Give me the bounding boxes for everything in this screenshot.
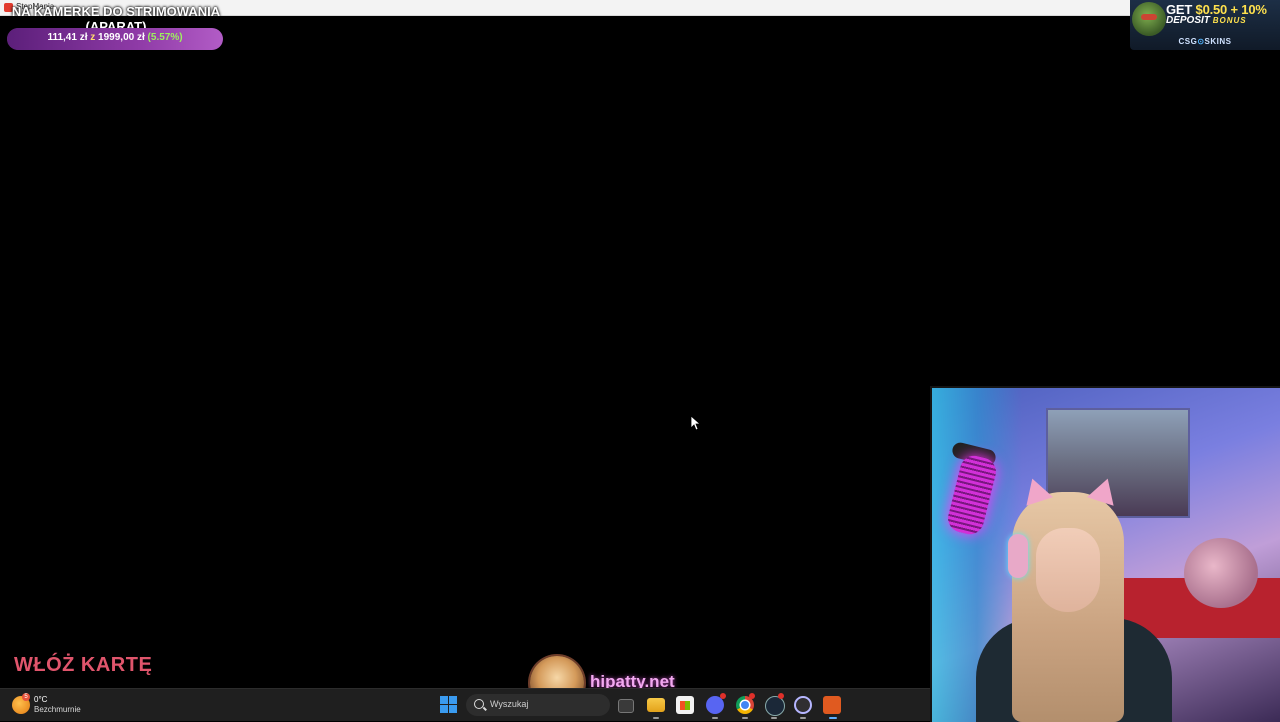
ad-subline-main: DEPOSIT bbox=[1166, 15, 1210, 26]
windows-taskbar: 5 0°C Bezchmurnie Wyszukaj bbox=[0, 688, 930, 721]
donation-goal-current: 111,41 zł bbox=[47, 32, 88, 43]
search-icon bbox=[474, 699, 484, 709]
weather-notification-badge: 5 bbox=[22, 693, 30, 701]
taskbar-search-box[interactable]: Wyszukaj bbox=[466, 694, 610, 716]
stepmania-icon[interactable] bbox=[823, 696, 841, 714]
ad-mascot-image bbox=[1132, 2, 1166, 36]
csgo-skins-ad-banner[interactable]: GET $0.50 + 10% DEPOSIT BONUS CSG⊙SKINS bbox=[1130, 0, 1280, 50]
steam-running-indicator bbox=[771, 717, 777, 719]
obs-running-indicator bbox=[800, 717, 806, 719]
webcam-headset bbox=[1008, 534, 1028, 578]
ad-subline: DEPOSIT BONUS bbox=[1166, 15, 1247, 26]
ad-subline-sub: BONUS bbox=[1212, 16, 1247, 25]
donation-goal-progress-bar: 111,41 zł z 1999,00 zł (5.57%) bbox=[7, 28, 223, 50]
microsoft-store-icon[interactable] bbox=[676, 696, 694, 714]
donation-goal-target: 1999,00 zł bbox=[98, 32, 145, 43]
discord-running-indicator bbox=[712, 717, 718, 719]
ad-brand-logo-icon: ⊙ bbox=[1197, 37, 1205, 46]
file-explorer-icon[interactable] bbox=[647, 698, 665, 712]
windows-start-icon[interactable] bbox=[440, 696, 458, 714]
steam-notification-dot bbox=[778, 693, 784, 699]
chrome-notification-dot bbox=[749, 693, 755, 699]
ad-brand-name: CSG bbox=[1178, 37, 1198, 46]
webcam-feed bbox=[930, 386, 1280, 722]
donation-goal-separator: z bbox=[90, 32, 96, 43]
mouse-cursor-icon bbox=[690, 415, 700, 431]
donation-goal-amounts: 111,41 zł z 1999,00 zł (5.57%) bbox=[7, 32, 223, 43]
donation-goal-title-line1: NA KAMERKE DO STRIMOWANIA bbox=[11, 4, 221, 19]
webcam-streamer-face bbox=[1036, 528, 1100, 612]
donation-goal-percent: (5.57%) bbox=[147, 32, 183, 43]
ad-brand-suffix: SKINS bbox=[1204, 37, 1232, 46]
obs-icon[interactable] bbox=[794, 696, 812, 714]
steam-icon[interactable] bbox=[765, 696, 785, 716]
ad-brand: CSG⊙SKINS bbox=[1130, 37, 1280, 46]
discord-notification-dot bbox=[720, 693, 726, 699]
file-explorer-running-indicator bbox=[653, 717, 659, 719]
webcam-plush-toy bbox=[1184, 538, 1258, 608]
stepmania-active-indicator bbox=[829, 717, 837, 719]
insert-card-prompt: WŁÓŻ KARTĘ bbox=[14, 654, 153, 676]
task-view-icon[interactable] bbox=[618, 699, 634, 713]
chrome-running-indicator bbox=[742, 717, 748, 719]
weather-description[interactable]: Bezchmurnie bbox=[34, 705, 81, 714]
taskbar-search-placeholder: Wyszukaj bbox=[490, 699, 529, 709]
weather-temperature[interactable]: 0°C bbox=[34, 695, 47, 704]
